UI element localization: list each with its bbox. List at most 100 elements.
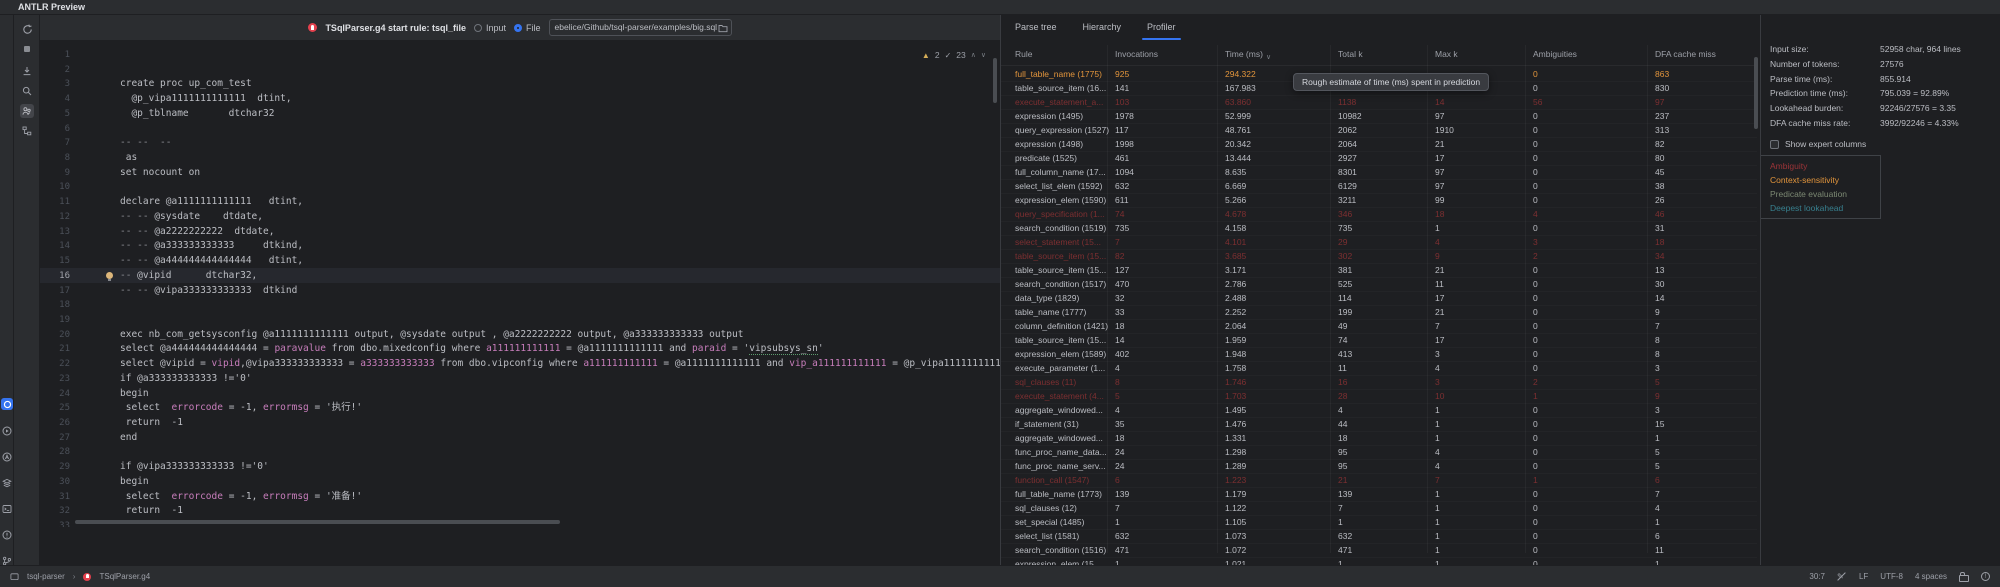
column-header-dfa-cache-miss[interactable]: DFA cache miss xyxy=(1655,49,1716,59)
window-title: ANTLR Preview xyxy=(18,0,85,14)
profiler-row[interactable]: search_condition (1519)7354.1587351031 xyxy=(1001,221,1757,236)
line-number: 15 xyxy=(40,254,70,269)
code-line: return -1 xyxy=(120,504,1000,519)
profiler-row[interactable]: table_name (1777)332.2521992109 xyxy=(1001,305,1757,320)
profiler-row[interactable]: search_condition (1517)4702.78652511030 xyxy=(1001,277,1757,292)
encoding[interactable]: UTF-8 xyxy=(1880,572,1903,581)
profiler-row[interactable]: func_proc_name_data...241.29895405 xyxy=(1001,445,1757,460)
tab-parse-tree[interactable]: Parse tree xyxy=(1015,15,1057,40)
profiler-row[interactable]: set_special (1485)11.1051101 xyxy=(1001,515,1757,530)
indent-size[interactable]: 4 spaces xyxy=(1915,572,1947,581)
file-path-field[interactable]: ebelice/Github/tsql-parser/examples/big.… xyxy=(549,19,732,36)
notifications-icon[interactable]: ! xyxy=(1981,572,1990,581)
editor-hscrollbar[interactable] xyxy=(75,520,560,524)
profiler-row[interactable]: full_table_name (1773)1391.179139107 xyxy=(1001,487,1757,502)
breadcrumb-file[interactable]: TSqlParser.g4 xyxy=(99,572,150,581)
profiler-row[interactable]: expression (1498)199820.342206421082 xyxy=(1001,137,1757,152)
grammar-start-rule-label: TSqlParser.g4 start rule: tsql_file xyxy=(325,23,466,33)
save-input-icon[interactable] xyxy=(20,64,34,78)
hierarchy-view-icon[interactable] xyxy=(20,124,34,138)
terminal-icon[interactable] xyxy=(1,503,13,515)
profiler-row[interactable]: expression (1495)197852.99910982970237 xyxy=(1001,109,1757,124)
profiler-row[interactable]: aggregate_windowed...41.4954103 xyxy=(1001,403,1757,418)
layers-icon[interactable] xyxy=(1,477,13,489)
caret-position[interactable]: 30:7 xyxy=(1809,572,1825,581)
code-line: -- -- @a333333333333 dtkind, xyxy=(120,239,1000,254)
column-header-ambiguities[interactable]: Ambiguities xyxy=(1533,49,1577,59)
sql-input-editor[interactable]: 1234567891011121314151617181920212223242… xyxy=(40,40,1000,527)
breadcrumb-project[interactable]: tsql-parser xyxy=(27,572,65,581)
input-radio-label[interactable]: Input xyxy=(486,23,506,33)
file-radio-label[interactable]: File xyxy=(526,23,541,33)
profiler-row[interactable]: column_definition (1421)182.06449707 xyxy=(1001,319,1757,334)
refresh-icon[interactable] xyxy=(20,22,34,36)
search-icon[interactable] xyxy=(20,84,34,98)
line-ending[interactable]: LF xyxy=(1859,572,1868,581)
chevron-right-icon: › xyxy=(73,572,76,581)
stat-row: Lookahead burden:92246/27576 = 3.35 xyxy=(1770,101,1992,116)
tab-profiler[interactable]: Profiler xyxy=(1147,15,1176,40)
antlr-tool-icon[interactable] xyxy=(1,451,13,463)
tab-hierarchy[interactable]: Hierarchy xyxy=(1083,15,1122,40)
table-header[interactable]: Rule Invocations Time (ms)∨ Total k Max k Amb… xyxy=(1001,45,1757,66)
intention-bulb-icon[interactable] xyxy=(106,272,113,279)
column-header-invocations[interactable]: Invocations xyxy=(1115,49,1158,59)
problems-icon[interactable] xyxy=(1,529,13,541)
code-line: -- -- @vipa333333333333 dtkind xyxy=(120,284,1000,299)
line-number: 29 xyxy=(40,460,70,475)
show-expert-columns[interactable]: Show expert columns xyxy=(1770,139,1866,149)
prev-problem-icon[interactable]: ∧ xyxy=(971,51,976,59)
profiler-row[interactable]: table_source_item (15...141.959741708 xyxy=(1001,333,1757,348)
profiler-row[interactable]: expression_elem (15...11.0211101 xyxy=(1001,557,1757,565)
column-header-rule[interactable]: Rule xyxy=(1015,49,1032,59)
legend-deepest-lookahead: Deepest lookahead xyxy=(1770,201,1880,215)
profiler-row[interactable]: table_source_item (15...1273.17138121013 xyxy=(1001,263,1757,278)
line-number: 11 xyxy=(40,195,70,210)
folder-icon[interactable] xyxy=(718,23,728,37)
expert-columns-checkbox[interactable] xyxy=(1770,140,1779,149)
profiler-row[interactable]: execute_statement (4...51.703281019 xyxy=(1001,389,1757,404)
profiler-row[interactable]: predicate (1525)46113.444292717080 xyxy=(1001,151,1757,166)
stop-icon[interactable] xyxy=(20,42,34,56)
profiler-row[interactable]: select_list_elem (1592)6326.669612997038 xyxy=(1001,179,1757,194)
column-header-total-k[interactable]: Total k xyxy=(1338,49,1363,59)
profiler-row[interactable]: function_call (1547)61.22321716 xyxy=(1001,473,1757,488)
check-count: 23 xyxy=(956,50,965,60)
profiler-row[interactable]: full_column_name (17...10948.63583019704… xyxy=(1001,165,1757,180)
column-header-time-ms-[interactable]: Time (ms)∨ xyxy=(1225,49,1263,59)
code-line: exec nb_com_getsysconfig @a1111111111111… xyxy=(120,328,1000,343)
unlock-icon[interactable] xyxy=(1959,575,1969,582)
readonly-pen-icon[interactable] xyxy=(1837,572,1847,582)
profiler-row[interactable]: func_proc_name_serv...241.28995405 xyxy=(1001,459,1757,474)
next-problem-icon[interactable]: ∨ xyxy=(981,51,986,59)
profiler-row[interactable]: if_statement (31)351.476441015 xyxy=(1001,417,1757,432)
profiler-row[interactable]: query_expression (1527)11748.76120621910… xyxy=(1001,123,1757,138)
profiler-view-icon[interactable] xyxy=(20,104,34,118)
legend-context-sensitivity: Context-sensitivity xyxy=(1770,173,1880,187)
profiler-row[interactable]: expression_elem (1589)4021.948413308 xyxy=(1001,347,1757,362)
profiler-row[interactable]: sql_clauses (12)71.1227104 xyxy=(1001,501,1757,516)
editor-code[interactable]: create proc up_com_test @p_vipa111111111… xyxy=(120,48,1000,527)
table-scrollbar[interactable] xyxy=(1754,57,1758,129)
profiler-row[interactable]: expression_elem (1590)6115.266321199026 xyxy=(1001,193,1757,208)
profiler-row[interactable]: execute_statement_a...10363.860113814569… xyxy=(1001,95,1757,110)
profiler-row[interactable]: sql_clauses (11)81.74616325 xyxy=(1001,375,1757,390)
profiler-row[interactable]: select_statement (15...74.101294318 xyxy=(1001,235,1757,250)
antlr-preview-tool-icon[interactable] xyxy=(1,398,13,410)
legend-ambiguity: Ambiguity xyxy=(1770,159,1880,173)
profiler-row[interactable]: execute_parameter (1...41.75811403 xyxy=(1001,361,1757,376)
run-icon[interactable] xyxy=(1,425,13,437)
input-radio[interactable] xyxy=(474,24,482,32)
inspections-widget[interactable]: ▲ 2 ✓ 23 ∧ ∨ xyxy=(922,50,986,60)
profiler-row[interactable]: select_list (1581)6321.073632106 xyxy=(1001,529,1757,544)
file-radio[interactable] xyxy=(514,24,522,32)
profiler-row[interactable]: search_condition (1516)4711.0724711011 xyxy=(1001,543,1757,558)
profiler-row[interactable]: query_specification (1...744.67834618446 xyxy=(1001,207,1757,222)
column-header-max-k[interactable]: Max k xyxy=(1435,49,1458,59)
preview-toolbar xyxy=(14,15,40,565)
profiler-row[interactable]: aggregate_windowed...181.33118101 xyxy=(1001,431,1757,446)
profiler-row[interactable]: table_source_item (15...823.6853029234 xyxy=(1001,249,1757,264)
line-number: 20 xyxy=(40,328,70,343)
editor-vscrollbar[interactable] xyxy=(993,58,997,103)
profiler-row[interactable]: data_type (1829)322.48811417014 xyxy=(1001,291,1757,306)
